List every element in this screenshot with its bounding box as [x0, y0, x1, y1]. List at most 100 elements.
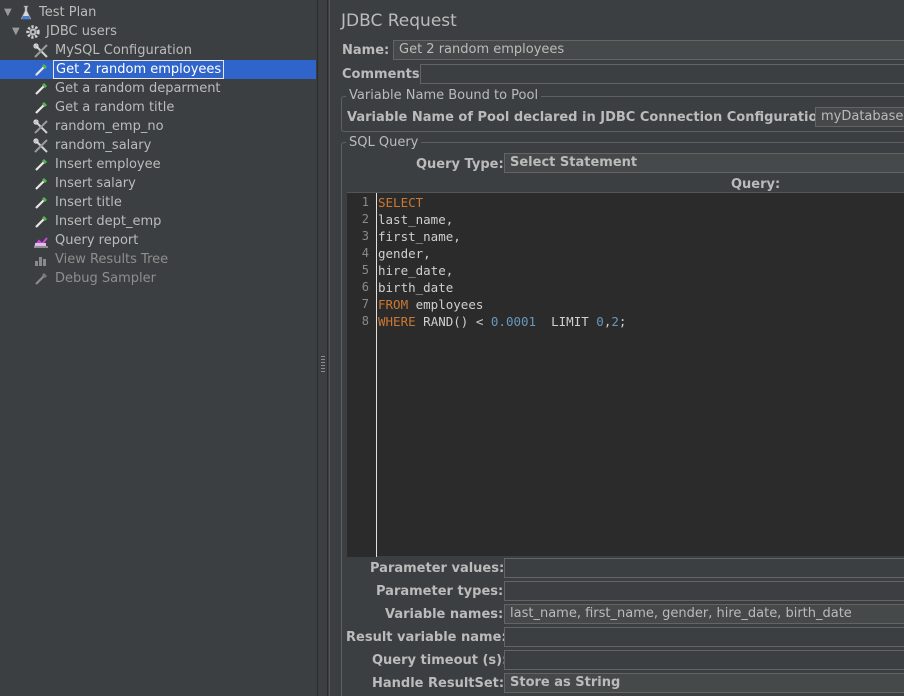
tree-item-label: random_salary	[55, 138, 152, 153]
parameter-values-input[interactable]	[504, 558, 904, 578]
pipette-icon	[35, 64, 47, 76]
query-label: Query:	[731, 177, 781, 192]
code-line: last_name,	[378, 212, 454, 227]
tree-item-label: Get a random deparment	[55, 81, 221, 96]
tree-item-label: JDBC users	[46, 24, 117, 39]
tree-item-label: random_emp_no	[55, 119, 164, 134]
handle-resultset-label: Handle ResultSet:	[372, 676, 505, 691]
tree-item-random-salary[interactable]: random_salary	[0, 136, 316, 155]
pipette-icon	[35, 102, 47, 114]
variable-names-label: Variable names:	[385, 607, 504, 622]
splitter-grip-icon[interactable]	[321, 356, 325, 372]
bar-chart-icon	[35, 257, 46, 266]
pipette-icon	[35, 197, 47, 209]
variable-names-input[interactable]: last_name, first_name, gender, hire_date…	[504, 604, 904, 624]
code-line: first_name,	[378, 229, 461, 244]
code-line: WHERE RAND() < 0.0001 LIMIT 0,2;	[378, 313, 626, 330]
sql-number: 0.0001	[490, 314, 537, 329]
tree-item-label: Insert dept_emp	[55, 214, 162, 229]
code-line: SELECT	[378, 195, 424, 210]
tree-item-label: Insert salary	[55, 176, 136, 191]
chart-icon	[34, 237, 48, 248]
tree-item-label: Query report	[55, 233, 139, 248]
result-variable-name-label: Result variable name:	[346, 630, 507, 645]
sql-text: employees	[408, 297, 484, 312]
sql-keyword: WHERE	[378, 314, 416, 329]
query-type-select[interactable]: Select Statement	[504, 153, 904, 173]
query-type-label: Query Type:	[416, 157, 504, 172]
line-number: 1	[361, 195, 369, 209]
jdbc-request-panel: JDBC Request Name: Get 2 random employee…	[329, 0, 904, 696]
tree-item-query-report[interactable]: Query report	[0, 231, 316, 250]
parameter-types-label: Parameter types:	[376, 584, 504, 599]
sql-text: ;	[618, 314, 627, 329]
pool-name-input[interactable]: myDatabase	[815, 107, 904, 127]
pipette-icon	[35, 273, 47, 285]
sql-group-title: SQL Query	[346, 135, 422, 150]
line-number: 3	[361, 229, 369, 243]
comments-input[interactable]	[420, 64, 904, 84]
tree-item-insert-dept-emp[interactable]: Insert dept_emp	[0, 212, 316, 231]
expand-arrow-icon[interactable]: ▼	[4, 3, 14, 22]
tree-item-get-a-random-deparment[interactable]: Get a random deparment	[0, 79, 316, 98]
wrench-scissors-icon	[33, 138, 48, 153]
tree-item-insert-salary[interactable]: Insert salary	[0, 174, 316, 193]
panel-splitter[interactable]	[318, 0, 328, 696]
line-number: 7	[361, 297, 369, 311]
tree-item-label: Debug Sampler	[55, 271, 156, 286]
tree-item-label: Insert title	[55, 195, 122, 210]
sql-keyword: FROM	[378, 297, 409, 312]
code-line: birth_date	[378, 280, 454, 295]
test-plan-tree[interactable]: ▼ Test Plan ▼ JDBC users MySQL Configura…	[0, 0, 318, 696]
wrench-scissors-icon	[33, 43, 48, 58]
tree-item-insert-employee[interactable]: Insert employee	[0, 155, 316, 174]
tree-item-mysql-configuration[interactable]: MySQL Configuration	[0, 41, 316, 60]
parameter-values-label: Parameter values:	[370, 561, 505, 576]
parameter-types-input[interactable]	[504, 581, 904, 601]
tree-item-debug-sampler[interactable]: Debug Sampler	[0, 269, 316, 288]
code-line: FROM employees	[378, 296, 483, 313]
pipette-icon	[35, 159, 47, 171]
tree-item-label: View Results Tree	[55, 252, 169, 267]
tree-item-test-plan[interactable]: ▼ Test Plan	[0, 3, 316, 22]
code-line: hire_date,	[378, 263, 454, 278]
tree-item-label: Insert employee	[55, 157, 161, 172]
line-number: 6	[361, 280, 369, 294]
flask-icon	[20, 5, 32, 20]
tree-item-label: MySQL Configuration	[55, 43, 192, 58]
tree-item-view-results-tree[interactable]: View Results Tree	[0, 250, 316, 269]
sql-code-editor[interactable]: 1 SELECT 2 last_name, 3 first_name, 4 ge…	[347, 192, 904, 557]
line-number: 2	[361, 212, 369, 226]
pipette-icon	[35, 178, 47, 190]
query-timeout-label: Query timeout (s):	[372, 653, 508, 668]
tree-item-get-2-random-employees[interactable]: Get 2 random employees	[0, 60, 316, 79]
pool-name-label: Variable Name of Pool declared in JDBC C…	[347, 110, 832, 125]
tree-item-label: Get a random title	[55, 100, 175, 115]
tree-item-label: Get 2 random employees	[53, 60, 225, 79]
name-input[interactable]: Get 2 random employees	[393, 40, 904, 60]
sql-number: 0	[596, 314, 604, 329]
handle-resultset-select[interactable]: Store as String	[504, 673, 904, 693]
pipette-icon	[35, 216, 47, 228]
pipette-icon	[35, 83, 47, 95]
name-label: Name:	[342, 43, 390, 58]
tree-item-random-emp-no[interactable]: random_emp_no	[0, 117, 316, 136]
pool-group-title: Variable Name Bound to Pool	[346, 88, 542, 103]
comments-label: Comments:	[342, 67, 425, 82]
line-number: 5	[361, 263, 369, 277]
line-number: 4	[361, 246, 369, 260]
query-timeout-input[interactable]	[504, 650, 904, 670]
sql-text: RAND() <	[415, 314, 491, 329]
tree-item-jdbc-users[interactable]: ▼ JDBC users	[0, 22, 316, 41]
wrench-scissors-icon	[33, 119, 48, 134]
tree-item-get-a-random-title[interactable]: Get a random title	[0, 98, 316, 117]
sql-number: 2	[611, 314, 619, 329]
tree-item-insert-title[interactable]: Insert title	[0, 193, 316, 212]
gear-icon	[26, 25, 40, 39]
tree-item-label: Test Plan	[39, 5, 97, 20]
expand-arrow-icon[interactable]: ▼	[12, 22, 22, 41]
page-title: JDBC Request	[341, 11, 457, 31]
code-line: gender,	[378, 246, 431, 261]
result-variable-name-input[interactable]	[504, 627, 904, 647]
line-number: 8	[361, 314, 369, 328]
